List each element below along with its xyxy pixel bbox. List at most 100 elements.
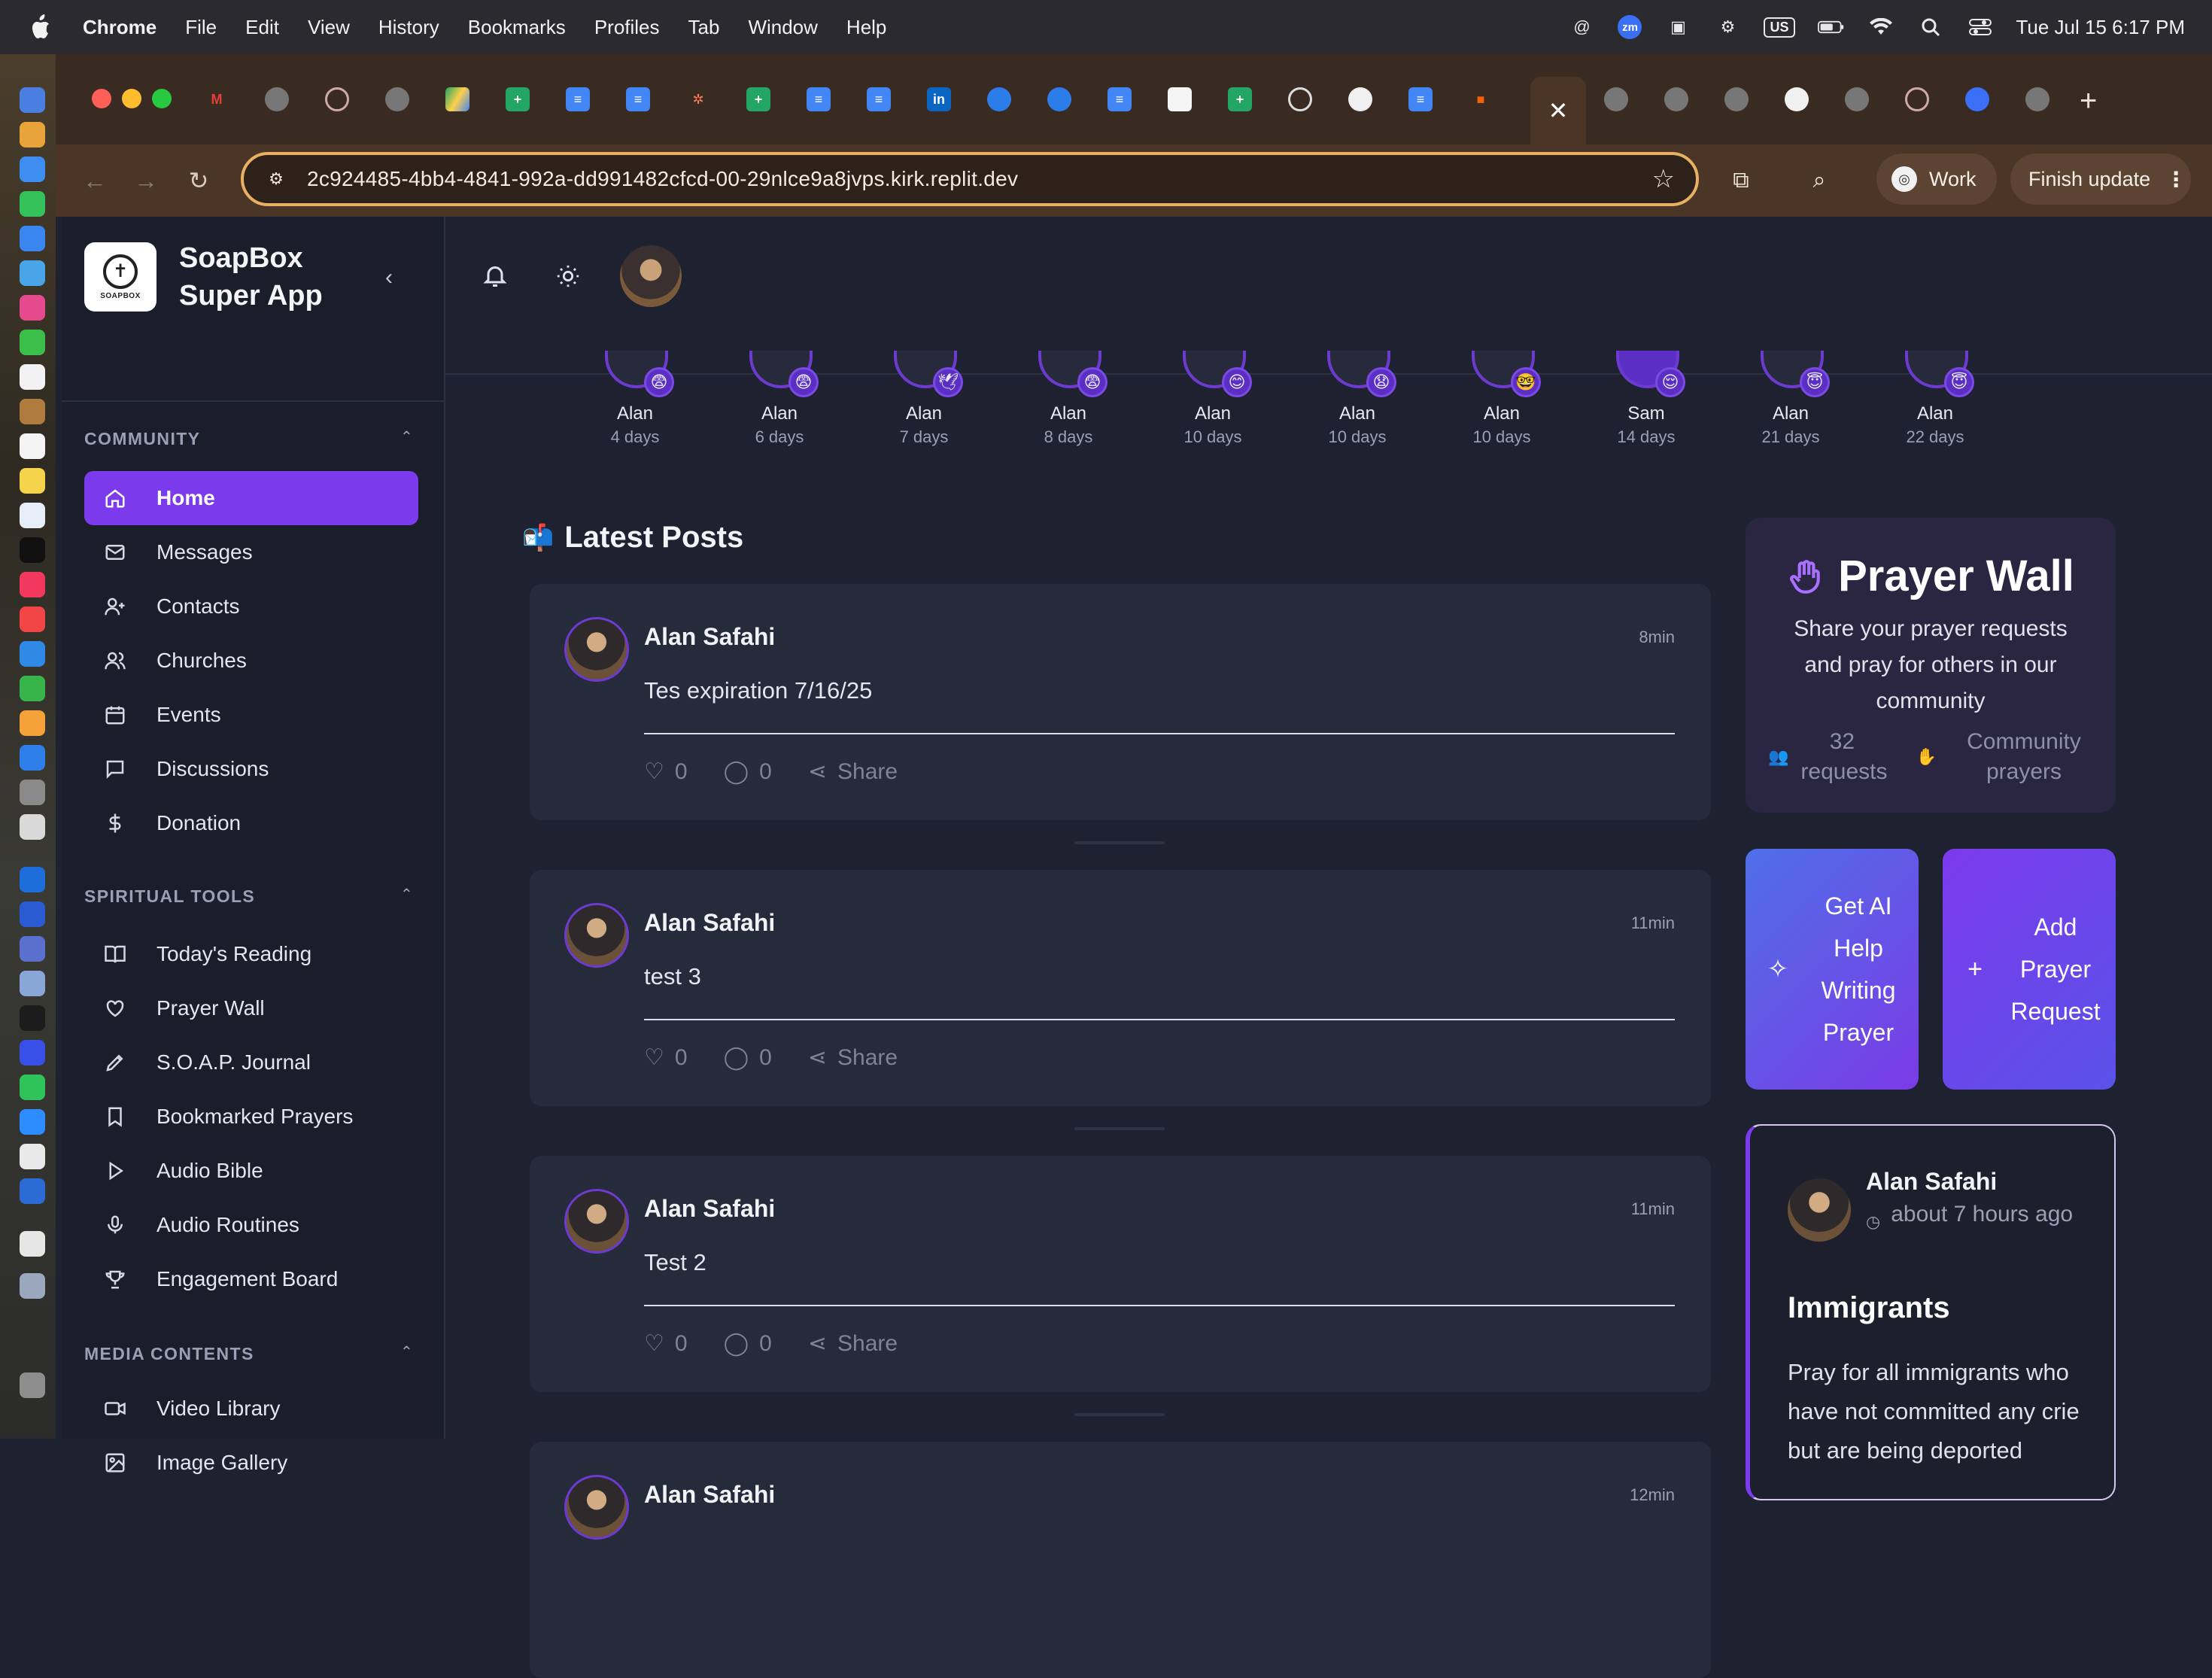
author-avatar[interactable]: [564, 617, 629, 682]
at-sign-status-icon[interactable]: @: [1568, 16, 1595, 38]
reminders-dock-icon[interactable]: [20, 433, 45, 459]
comment-button[interactable]: ◯ 0: [724, 758, 772, 785]
request-author[interactable]: Alan Safahi: [1866, 1168, 1997, 1196]
section-header-media-contents[interactable]: MEDIA CONTENTS: [84, 1344, 254, 1364]
globe-tab-icon[interactable]: [1845, 87, 1869, 111]
author-avatar[interactable]: [564, 1189, 629, 1254]
whatsapp-dock-icon[interactable]: [20, 1075, 45, 1100]
share-button[interactable]: ⋖ Share: [808, 1330, 898, 1357]
back-button[interactable]: ←: [78, 164, 111, 197]
downloads-dock-icon[interactable]: [20, 1273, 45, 1299]
chevron-up-icon[interactable]: ⌃: [400, 885, 413, 904]
sidebar-item-events[interactable]: Events: [84, 688, 418, 742]
docs-tab-icon[interactable]: ≡: [566, 87, 590, 111]
author-avatar[interactable]: [564, 1475, 629, 1540]
chatgpt-tab-icon[interactable]: [1905, 87, 1929, 111]
news-dock-icon[interactable]: [20, 606, 45, 632]
input-source-indicator[interactable]: US: [1764, 17, 1795, 38]
sidebar-item-bookmarked-prayers[interactable]: Bookmarked Prayers: [84, 1090, 418, 1144]
author-avatar[interactable]: [564, 903, 629, 968]
sheets-tab-icon[interactable]: +: [506, 87, 530, 111]
globe-tab-icon[interactable]: [1724, 87, 1749, 111]
keynote-dock-icon[interactable]: [20, 641, 45, 667]
user-avatar[interactable]: [620, 245, 682, 307]
facetime-dock-icon[interactable]: [20, 330, 45, 355]
gear-status-icon[interactable]: ⚙: [1714, 16, 1741, 38]
brand[interactable]: ✝ SOAPBOX SoapBox Super App: [84, 239, 352, 315]
extensions-icon[interactable]: ⧉: [1724, 164, 1758, 197]
teams-dock-icon[interactable]: [20, 936, 45, 962]
sidebar-item-soap-journal[interactable]: S.O.A.P. Journal: [84, 1035, 418, 1090]
post-author[interactable]: Alan Safahi: [644, 623, 775, 651]
ai-help-button[interactable]: ✧ Get AI Help Writing Prayer: [1746, 849, 1919, 1090]
sidebar-item-image-gallery[interactable]: Image Gallery: [84, 1436, 418, 1490]
like-button[interactable]: ♡ 0: [644, 1044, 688, 1071]
launchpad-dock-icon[interactable]: [20, 122, 45, 147]
finder-dock-icon[interactable]: [20, 87, 45, 113]
notes-dock-icon[interactable]: [20, 468, 45, 494]
bookmark-star-icon[interactable]: ☆: [1652, 164, 1675, 194]
sidebar-item-messages[interactable]: Messages: [84, 525, 418, 579]
app-store-dock-icon[interactable]: [20, 745, 45, 771]
linkedin-tab-icon[interactable]: in: [927, 87, 951, 111]
forward-button[interactable]: →: [129, 164, 163, 197]
sun-icon[interactable]: [555, 263, 585, 293]
sidebar-item-prayer-wall[interactable]: Prayer Wall: [84, 981, 418, 1035]
sidebar-item-audio-routines[interactable]: Audio Routines: [84, 1198, 418, 1252]
sidebar-item-discussions[interactable]: Discussions: [84, 742, 418, 796]
tab-search-icon[interactable]: ⌕: [1803, 164, 1836, 197]
globe-tab-icon[interactable]: [265, 87, 289, 111]
pages-dock-icon[interactable]: [20, 710, 45, 736]
menu-history[interactable]: History: [378, 16, 439, 39]
signal-dock-icon[interactable]: [20, 1040, 45, 1065]
replit-tab-icon[interactable]: ■: [1469, 87, 1493, 111]
github-tab-icon[interactable]: [1785, 87, 1809, 111]
zoom-dock-icon[interactable]: [20, 1109, 45, 1135]
post-author[interactable]: Alan Safahi: [644, 1195, 775, 1223]
menu-bookmarks[interactable]: Bookmarks: [468, 16, 566, 39]
prayer-request-card[interactable]: Alan Safahi ◷ about 7 hours ago Immigran…: [1746, 1124, 2116, 1500]
docs-tab-icon[interactable]: ≡: [626, 87, 650, 111]
close-window-button[interactable]: [92, 89, 111, 108]
outlook-dock-icon[interactable]: [20, 867, 45, 892]
bell-icon[interactable]: [482, 262, 515, 295]
chrome-dock-icon[interactable]: [20, 1144, 45, 1169]
menu-edit[interactable]: Edit: [245, 16, 279, 39]
wifi-icon[interactable]: [1867, 16, 1894, 38]
control-center-icon[interactable]: [1967, 16, 1994, 38]
maximize-window-button[interactable]: [152, 89, 172, 108]
menu-profiles[interactable]: Profiles: [594, 16, 660, 39]
sidebar-item-audio-bible[interactable]: Audio Bible: [84, 1144, 418, 1198]
chatgpt-tab-icon[interactable]: [325, 87, 349, 111]
freeform-dock-icon[interactable]: [20, 503, 45, 528]
tv-dock-icon[interactable]: [20, 537, 45, 563]
compass-tab-icon[interactable]: [987, 87, 1011, 111]
safari-dock-icon[interactable]: [20, 157, 45, 182]
preview-dock-icon[interactable]: [20, 971, 45, 996]
site-settings-icon[interactable]: ⚙: [263, 168, 289, 190]
music-dock-icon[interactable]: [20, 572, 45, 597]
globe-tab-icon[interactable]: [1604, 87, 1628, 111]
more-menu-icon[interactable]: ⋮: [2165, 167, 2186, 192]
contacts-dock-icon[interactable]: [20, 399, 45, 424]
drive-tab-icon[interactable]: [445, 87, 469, 111]
maps-dock-icon[interactable]: [20, 260, 45, 286]
script-editor-dock-icon[interactable]: [20, 814, 45, 840]
add-prayer-request-button[interactable]: + Add Prayer Request: [1943, 849, 2116, 1090]
active-tab[interactable]: ✕: [1530, 77, 1586, 144]
menu-window[interactable]: Window: [748, 16, 817, 39]
docs-tab-icon[interactable]: ≡: [1408, 87, 1433, 111]
word-dock-icon[interactable]: [20, 901, 45, 927]
calendar-dock-icon[interactable]: [20, 364, 45, 390]
like-button[interactable]: ♡ 0: [644, 758, 688, 785]
terminal-dock-icon[interactable]: [20, 1005, 45, 1031]
sidebar-item-home[interactable]: Home: [84, 471, 418, 525]
collapse-sidebar-button[interactable]: ‹: [385, 265, 393, 290]
sidebar-item-engagement-board[interactable]: Engagement Board: [84, 1252, 418, 1306]
globe-tab-icon[interactable]: [2025, 87, 2049, 111]
outlook-status-icon[interactable]: ▣: [1664, 16, 1691, 38]
post-author[interactable]: Alan Safahi: [644, 909, 775, 937]
app-tab-icon[interactable]: [1965, 87, 1989, 111]
like-button[interactable]: ♡ 0: [644, 1330, 688, 1357]
close-tab-icon[interactable]: ✕: [1548, 96, 1569, 125]
